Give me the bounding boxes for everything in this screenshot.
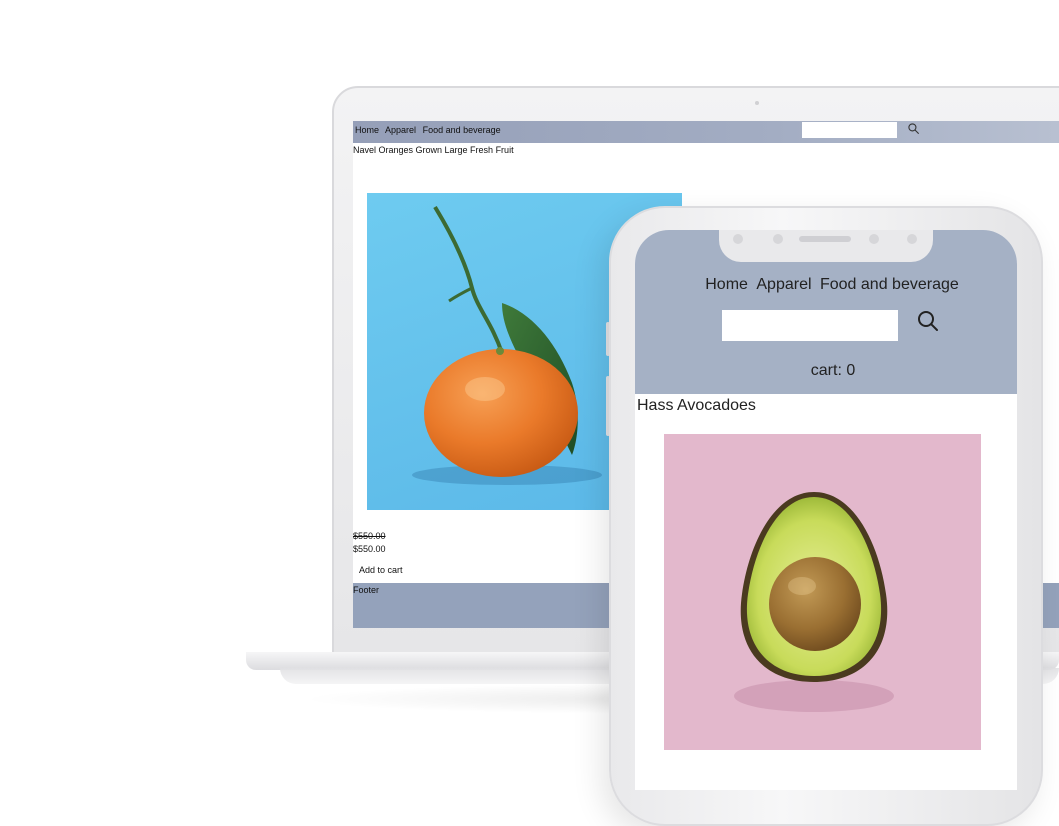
phone-notch [719,230,933,262]
desktop-nav-food-and-beverage[interactable]: Food and beverage [423,125,501,135]
desktop-nav-links: Home Apparel Food and beverage [355,125,505,135]
mobile-webpage: Home Apparel Food and beverage cart: 0 H… [635,230,1017,790]
notch-sensor [773,234,783,244]
desktop-original-price: $550.00 [353,531,386,541]
mobile-search-input[interactable] [722,310,898,341]
avocado-product-image [664,434,981,750]
notch-camera [869,234,879,244]
mobile-nav-links: Home Apparel Food and beverage [635,276,1017,294]
mobile-header: Home Apparel Food and beverage cart: 0 [635,230,1017,394]
desktop-navbar: Home Apparel Food and beverage [353,121,1059,143]
mobile-nav-apparel[interactable]: Apparel [756,276,811,293]
search-icon[interactable] [907,122,920,135]
footer-text: Footer [353,585,380,595]
desktop-nav-home[interactable]: Home [355,125,379,135]
mobile-nav-home[interactable]: Home [705,276,748,293]
cart-count[interactable]: cart: 0 [635,362,1017,380]
notch-sensor [733,234,743,244]
avocado-illustration [734,492,894,712]
add-to-cart-button[interactable]: Add to cart [353,563,409,577]
desktop-product-title: Navel Oranges Grown Large Fresh Fruit [353,145,514,155]
mobile-nav-food-and-beverage[interactable]: Food and beverage [820,276,959,293]
laptop-camera [755,101,759,105]
mobile-product-title: Hass Avocadoes [637,397,756,414]
notch-sensor [907,234,917,244]
desktop-search-input[interactable] [802,122,897,138]
notch-speaker [799,236,851,242]
desktop-current-price: $550.00 [353,544,386,554]
search-icon[interactable] [916,309,940,333]
desktop-nav-apparel[interactable]: Apparel [385,125,416,135]
